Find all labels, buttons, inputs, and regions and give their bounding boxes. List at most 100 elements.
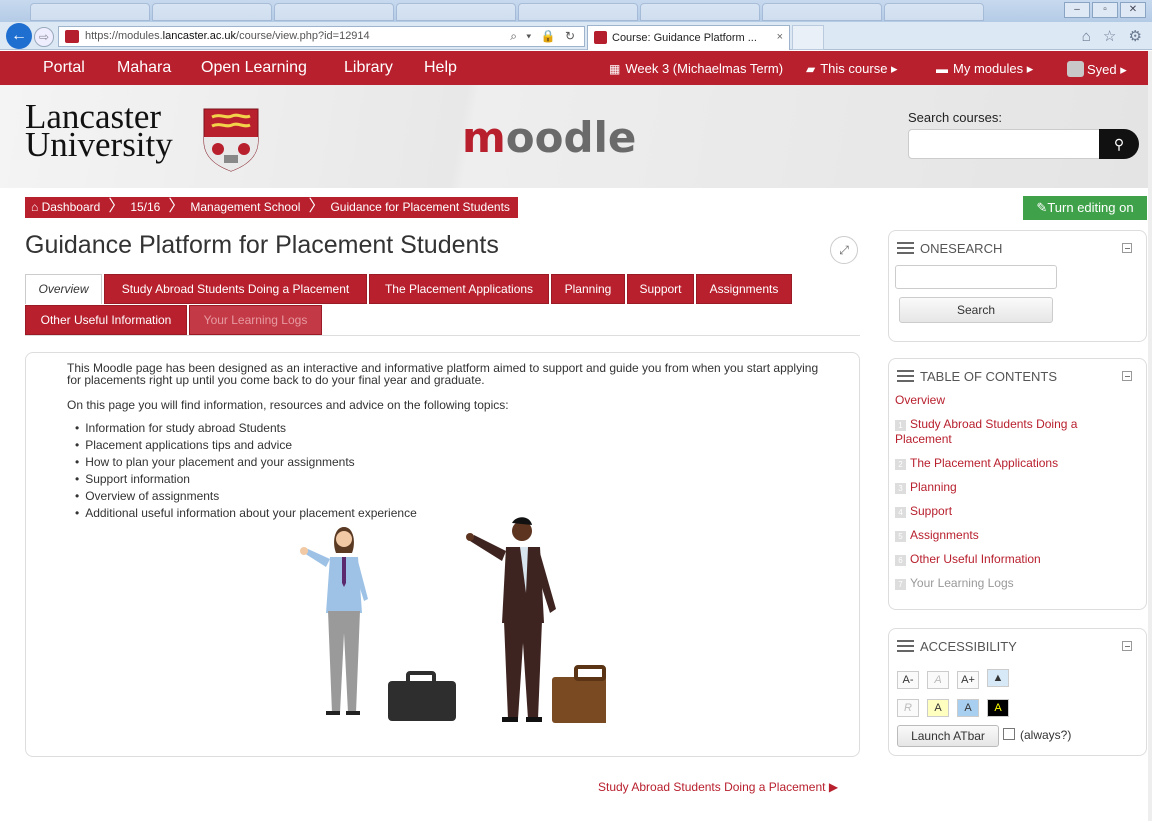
moodle-logo[interactable]: moodle (462, 113, 636, 162)
tab-overview[interactable]: Overview (25, 274, 102, 304)
nav-user-menu[interactable]: Syed ▸ (1067, 61, 1127, 78)
tab-assignments[interactable]: Assignments (696, 274, 792, 304)
close-window-button[interactable]: ✕ (1120, 2, 1146, 18)
maximize-button[interactable]: ▫ (1092, 2, 1118, 18)
breadcrumb-course[interactable]: Guidance for Placement Students (324, 197, 517, 218)
fullscreen-expand-icon[interactable]: ⤢ (830, 236, 858, 264)
onesearch-search-button[interactable]: Search (899, 297, 1053, 323)
tab-support[interactable]: Support (627, 274, 694, 304)
nav-this-course[interactable]: ▰ This course ▸ (806, 61, 898, 77)
menu-icon[interactable] (897, 242, 914, 254)
toc-item-label: Assignments (910, 528, 979, 542)
nav-open-learning[interactable]: Open Learning (201, 59, 307, 77)
collapse-icon[interactable] (1122, 371, 1132, 381)
browser-tab[interactable] (30, 3, 150, 21)
browser-tab[interactable] (274, 3, 394, 21)
next-section-link[interactable]: Study Abroad Students Doing a Placement … (598, 780, 838, 794)
decrease-text-button[interactable]: A- (897, 671, 919, 689)
brown-suitcase (552, 665, 606, 723)
toc-number-badge: 4 (895, 507, 906, 518)
nav-mahara[interactable]: Mahara (117, 59, 171, 77)
topics-intro: On this page you will find information, … (67, 398, 509, 412)
nav-library[interactable]: Library (344, 59, 393, 77)
nav-this-course-label: This course ▸ (820, 61, 898, 76)
main-content: This Moodle page has been designed as an… (25, 352, 860, 757)
browser-tab[interactable] (518, 3, 638, 21)
tab-close-icon[interactable]: × (777, 31, 783, 43)
breadcrumb-dashboard[interactable]: ⌂ Dashboard (25, 197, 108, 218)
breadcrumb-year[interactable]: 15/16 (124, 197, 168, 218)
toc-item-label: Planning (910, 480, 957, 494)
search-courses-button[interactable]: ⚲ (1099, 129, 1139, 159)
toc-item-overview[interactable]: Overview (895, 393, 1135, 408)
yellow-theme-button[interactable]: A (927, 699, 949, 717)
always-checkbox[interactable] (1003, 728, 1015, 740)
tab-study-abroad[interactable]: Study Abroad Students Doing a Placement (104, 274, 367, 304)
toc-item[interactable]: 7 Your Learning Logs (895, 576, 1135, 591)
list-item: Placement applications tips and advice (75, 437, 417, 454)
browser-tab[interactable] (396, 3, 516, 21)
calendar-icon: ▦ (609, 62, 621, 76)
new-tab-button[interactable] (792, 25, 824, 50)
collapse-icon[interactable] (1122, 243, 1132, 253)
increase-text-button[interactable]: A+ (957, 671, 979, 689)
search-courses-input[interactable] (908, 129, 1100, 159)
table-of-contents-block: TABLE OF CONTENTS Overview 1 Study Abroad… (888, 358, 1147, 610)
nav-my-modules[interactable]: ▬ My modules ▸ (936, 61, 1033, 77)
nav-portal[interactable]: Portal (43, 59, 85, 77)
toc-number-badge: 1 (895, 420, 906, 431)
toc-number-badge: 3 (895, 483, 906, 494)
toc-item-label: Your Learning Logs (910, 576, 1014, 590)
toc-item-label: Support (910, 504, 953, 518)
page-scrollbar[interactable] (1148, 51, 1152, 821)
browser-tab[interactable] (640, 3, 760, 21)
toc-item[interactable]: 5 Assignments (895, 528, 1135, 543)
menu-icon[interactable] (897, 370, 914, 382)
browser-tab[interactable] (762, 3, 882, 21)
toc-item[interactable]: 6 Other Useful Information (895, 552, 1135, 567)
toc-item[interactable]: 3 Planning (895, 480, 1135, 495)
nav-week[interactable]: ▦ Week 3 (Michaelmas Term) (609, 61, 783, 76)
menu-icon[interactable] (897, 640, 914, 652)
reset-text-button[interactable]: A (927, 671, 949, 689)
onesearch-input[interactable] (895, 265, 1057, 289)
onesearch-title: ONESEARCH (897, 241, 1002, 256)
topic-list: Information for study abroad Students Pl… (75, 420, 417, 522)
url-action-icons[interactable]: ⌕ ▾ 🔒 ↻ (510, 29, 578, 44)
nav-week-label: Week 3 (Michaelmas Term) (625, 61, 784, 76)
toc-item[interactable]: 2 The Placement Applications (895, 456, 1135, 471)
launch-atbar-button[interactable]: Launch ATbar (897, 725, 999, 747)
back-button[interactable]: ← (6, 23, 32, 49)
url-field[interactable]: https://modules.lancaster.ac.uk/course/v… (58, 26, 585, 47)
breadcrumb-school[interactable]: Management School (184, 197, 308, 218)
page-title: Guidance Platform for Placement Students (25, 231, 499, 259)
toc-number-badge: 2 (895, 459, 906, 470)
breadcrumb-separator-icon: 〉 (308, 198, 325, 215)
reset-colour-button[interactable]: R (897, 699, 919, 717)
nav-help[interactable]: Help (424, 59, 457, 77)
toc-item[interactable]: 4 Support (895, 504, 1135, 519)
save-settings-icon[interactable]: ▲ (987, 669, 1009, 687)
tab-other-useful-information[interactable]: Other Useful Information (25, 305, 187, 335)
blue-theme-button[interactable]: A (957, 699, 979, 717)
browser-toolbar-icons[interactable]: ⌂ ☆ ⚙ (1082, 27, 1146, 45)
tab-learning-logs[interactable]: Your Learning Logs (189, 305, 322, 335)
minimize-button[interactable]: – (1064, 2, 1090, 18)
university-name-line2: University (25, 125, 173, 164)
collapse-icon[interactable] (1122, 641, 1132, 651)
tabs-divider (25, 335, 860, 336)
active-browser-tab[interactable]: Course: Guidance Platform ... × (587, 25, 790, 50)
breadcrumb-dashboard-label: Dashboard (41, 200, 101, 214)
forward-button[interactable]: ⇨ (34, 27, 54, 47)
tab-placement-applications[interactable]: The Placement Applications (369, 274, 549, 304)
browser-tab[interactable] (152, 3, 272, 21)
turn-editing-on-button[interactable]: ✎Turn editing on (1023, 196, 1147, 220)
browser-tab[interactable] (884, 3, 984, 21)
tab-planning[interactable]: Planning (551, 274, 625, 304)
edit-icon: ✎ (1036, 200, 1048, 215)
black-theme-button[interactable]: A (987, 699, 1009, 717)
tab-favicon (594, 31, 607, 44)
university-logo-text[interactable]: Lancaster University (25, 99, 173, 164)
search-courses-label: Search courses: (908, 110, 1002, 125)
toc-item[interactable]: 1 Study Abroad Students Doing a Placement (895, 417, 1135, 447)
